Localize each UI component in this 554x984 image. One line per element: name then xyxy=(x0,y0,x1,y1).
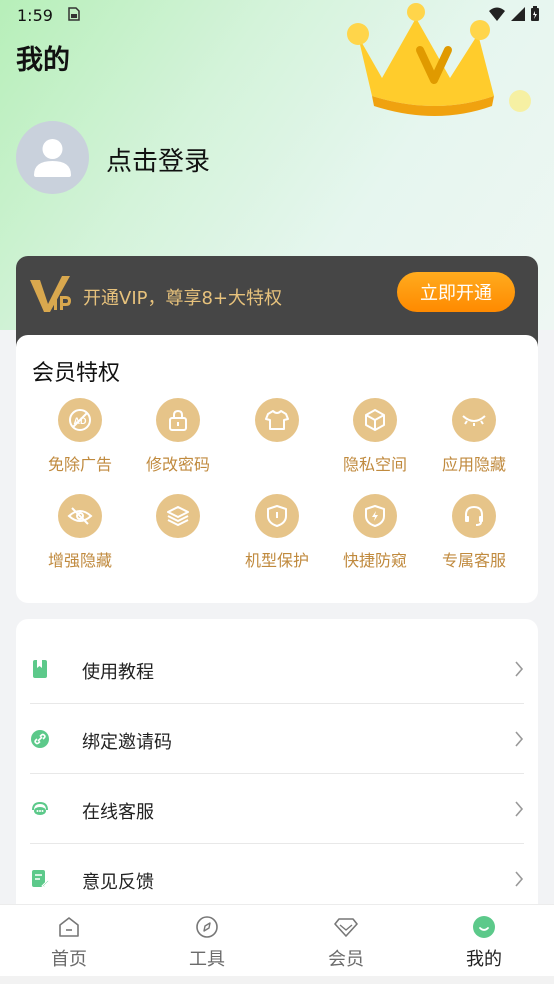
privilege-label: 增强隐藏 xyxy=(47,551,112,570)
vip-promo-text: 开通VIP，尊享8+大特权 xyxy=(83,288,283,309)
menu-item-label: 绑定邀请码 xyxy=(82,732,172,753)
chevron-right-icon xyxy=(515,731,524,747)
member-privileges-card: 会员特权 AD 免除广告 修改密码 隐私空间 应用隐藏 增强隐藏 xyxy=(16,335,538,603)
menu-item-tutorial[interactable]: 使用教程 xyxy=(16,634,538,704)
login-link[interactable]: 点击登录 xyxy=(106,141,210,178)
open-vip-button[interactable]: 立即开通 xyxy=(397,272,515,312)
shirt-icon xyxy=(265,410,289,430)
menu-item-online-support[interactable]: 在线客服 xyxy=(16,774,538,844)
box-icon xyxy=(365,409,385,431)
no-ads-icon: AD xyxy=(69,409,91,431)
privilege-item-no-ads[interactable]: AD 免除广告 xyxy=(31,398,129,488)
privilege-item-change-password[interactable]: 修改密码 xyxy=(129,398,227,488)
privilege-item-quick-peek-guard[interactable]: 快捷防窥 xyxy=(326,494,424,584)
privilege-item-enhanced-hide[interactable]: 增强隐藏 xyxy=(31,494,129,584)
privilege-item-layers[interactable] xyxy=(129,494,227,584)
tab-label: 会员 xyxy=(328,949,364,970)
privilege-item-device-protect[interactable]: 机型保护 xyxy=(228,494,326,584)
compass-icon xyxy=(196,916,218,938)
privilege-item-app-hide[interactable]: 应用隐藏 xyxy=(425,398,523,488)
diamond-icon xyxy=(334,918,358,937)
vip-logo-icon xyxy=(30,276,71,312)
privilege-label: 快捷防窥 xyxy=(342,551,407,570)
privilege-label: 免除广告 xyxy=(47,455,112,474)
shield-icon xyxy=(267,505,287,527)
eye-off-icon xyxy=(67,507,93,525)
signal-icon xyxy=(511,7,525,21)
page-title: 我的 xyxy=(16,45,70,76)
bottom-tab-bar: 首页 工具 会员 我的 xyxy=(0,904,554,977)
tab-label: 首页 xyxy=(51,949,87,970)
tab-membership[interactable]: 会员 xyxy=(286,915,406,975)
privilege-label: 修改密码 xyxy=(145,455,210,474)
layers-icon xyxy=(167,506,189,527)
status-time: 1:59 xyxy=(17,6,53,25)
status-icons xyxy=(488,6,540,22)
profile-icon xyxy=(473,916,495,938)
privilege-label: 隐私空间 xyxy=(342,455,407,474)
tab-mine[interactable]: 我的 xyxy=(424,915,544,975)
book-icon xyxy=(33,660,47,678)
battery-icon xyxy=(531,6,539,21)
closed-eye-icon xyxy=(462,415,486,426)
privilege-label: 专属客服 xyxy=(441,551,506,570)
flash-shield-icon xyxy=(365,505,385,527)
menu-item-bind-invite-code[interactable]: 绑定邀请码 xyxy=(16,704,538,774)
tab-label: 我的 xyxy=(466,949,502,970)
menu-item-label: 在线客服 xyxy=(82,802,154,823)
chevron-right-icon xyxy=(515,661,524,677)
feedback-icon xyxy=(32,870,50,888)
chevron-right-icon xyxy=(515,801,524,817)
system-nav-area xyxy=(0,976,554,984)
wifi-icon xyxy=(489,7,505,21)
tab-label: 工具 xyxy=(189,949,225,970)
privileges-title: 会员特权 xyxy=(32,361,121,386)
home-icon xyxy=(59,917,79,937)
link-icon xyxy=(31,730,49,748)
menu-item-label: 使用教程 xyxy=(82,662,154,683)
lock-icon xyxy=(169,409,187,431)
privilege-label: 机型保护 xyxy=(244,551,309,570)
privilege-label: 应用隐藏 xyxy=(441,455,506,474)
chat-icon xyxy=(32,801,48,815)
privilege-item-exclusive-support[interactable]: 专属客服 xyxy=(425,494,523,584)
tab-tools[interactable]: 工具 xyxy=(147,915,267,975)
privilege-item-private-space[interactable]: 隐私空间 xyxy=(326,398,424,488)
chevron-right-icon xyxy=(515,871,524,887)
menu-card: 使用教程 绑定邀请码 在线客服 意见反馈 xyxy=(16,619,538,919)
headset-icon xyxy=(465,505,483,526)
avatar[interactable] xyxy=(16,121,89,194)
privilege-item-shirt[interactable] xyxy=(228,398,326,488)
sim-card-icon xyxy=(68,7,80,21)
menu-item-label: 意见反馈 xyxy=(82,872,154,893)
tab-home[interactable]: 首页 xyxy=(9,915,129,975)
status-bar: 1:59 xyxy=(0,0,554,32)
default-user-icon xyxy=(34,139,71,177)
